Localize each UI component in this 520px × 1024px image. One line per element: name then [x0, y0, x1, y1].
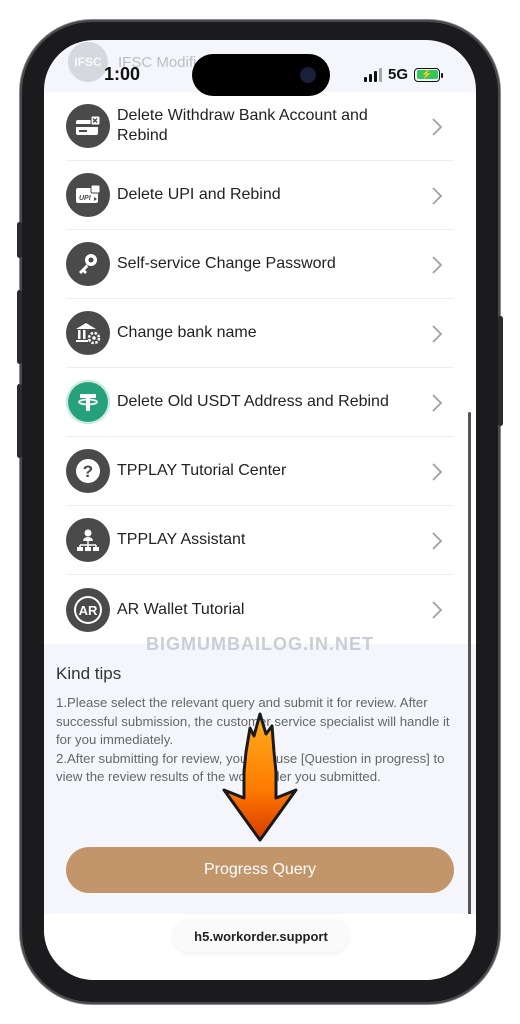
svg-text:AR: AR [79, 603, 98, 618]
chevron-right-icon [432, 325, 443, 343]
menu-item-delete-upi[interactable]: UPI Delete UPI and Rebind [66, 161, 454, 230]
menu-item-delete-usdt[interactable]: Delete Old USDT Address and Rebind [66, 368, 454, 437]
menu-item-tutorial-center[interactable]: ? TPPLAY Tutorial Center [66, 437, 454, 506]
network-type: 5G [387, 66, 408, 83]
browser-url-bar: h5.workorder.support [44, 914, 476, 980]
progress-query-button[interactable]: Progress Query [66, 847, 454, 893]
chevron-right-icon [432, 532, 443, 550]
battery-icon: ⚡ [414, 67, 443, 82]
silent-switch [17, 222, 22, 258]
menu-item-label: TPPLAY Assistant [117, 531, 246, 548]
chevron-right-icon [432, 187, 443, 205]
upi-card-icon: UPI [66, 173, 110, 217]
volume-up-button [17, 290, 22, 364]
volume-down-button [17, 384, 22, 458]
menu-item-change-password[interactable]: Self-service Change Password [66, 230, 454, 299]
menu-item-label: Delete Old USDT Address and Rebind [117, 393, 389, 410]
bank-card-icon [66, 104, 110, 148]
service-menu-list: Delete Withdraw Bank Account and Rebind … [44, 92, 476, 644]
ifsc-logo-icon: IFSC [68, 42, 108, 82]
signal-icon [363, 67, 382, 82]
chevron-right-icon [432, 394, 443, 412]
menu-item-change-bank-name[interactable]: Change bank name [66, 299, 454, 368]
assistant-network-icon [66, 518, 110, 562]
kind-tips-title: Kind tips [56, 664, 122, 683]
dynamic-island [192, 54, 330, 96]
menu-item-label: Self-service Change Password [117, 255, 336, 272]
camera-icon [300, 67, 316, 83]
menu-item-label: Delete UPI and Rebind [117, 186, 281, 203]
ar-wallet-icon: AR [66, 587, 110, 632]
menu-item-assistant[interactable]: TPPLAY Assistant [66, 506, 454, 575]
menu-item-label: Change bank name [117, 324, 257, 341]
chevron-right-icon [432, 601, 443, 619]
svg-text:?: ? [83, 462, 93, 481]
menu-item-label: Delete Withdraw Bank Account and Rebind [117, 107, 368, 144]
status-time: 1:00 [104, 64, 141, 84]
status-bar: IFSC IFSC Modification 1:00 5G ⚡ [44, 40, 476, 110]
scrollbar[interactable] [468, 412, 471, 918]
power-button [498, 316, 503, 426]
down-arrow-icon [222, 712, 298, 842]
chevron-right-icon [432, 256, 443, 274]
watermark-text: BIGMUMBAILOG.IN.NET [146, 634, 374, 654]
url-display[interactable]: h5.workorder.support [173, 920, 349, 952]
tether-icon [66, 380, 110, 424]
status-icons: 5G ⚡ [363, 66, 443, 83]
bank-gear-icon [66, 311, 110, 355]
chevron-right-icon [432, 463, 443, 481]
menu-item-label: TPPLAY Tutorial Center [117, 462, 287, 479]
chevron-right-icon [432, 118, 443, 136]
phone-screen: IFSC IFSC Modification 1:00 5G ⚡ Delete … [44, 40, 476, 980]
menu-item-label: AR Wallet Tutorial [117, 600, 245, 618]
question-icon: ? [66, 449, 110, 493]
svg-text:UPI: UPI [79, 195, 92, 202]
key-icon [66, 242, 110, 286]
